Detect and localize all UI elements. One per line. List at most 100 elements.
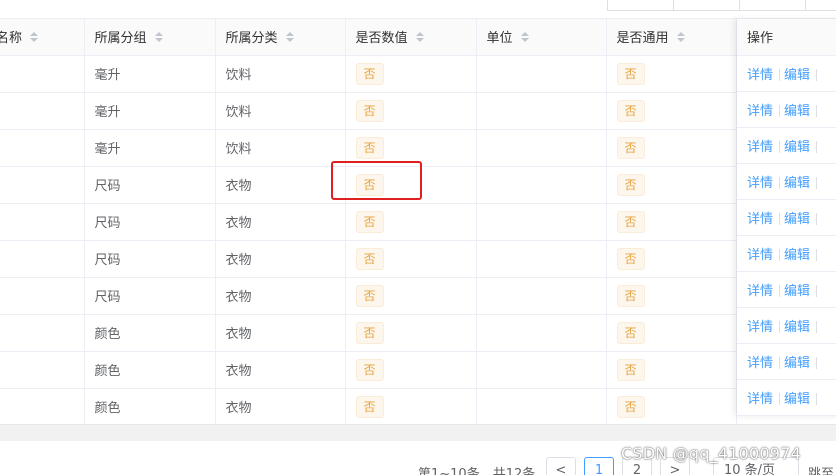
- detail-link[interactable]: 详情: [747, 248, 773, 263]
- page-jump-label: 跳至: [808, 467, 835, 475]
- cell-is-common: 否: [606, 166, 737, 204]
- edit-link[interactable]: 编辑: [784, 176, 810, 191]
- cell-is-numeric: 否: [345, 240, 477, 278]
- col-header-unit[interactable]: 单位: [476, 19, 607, 56]
- detail-link[interactable]: 详情: [747, 176, 773, 191]
- table-row: 尺码 衣物否否: [0, 240, 737, 278]
- detail-link[interactable]: 详情: [747, 356, 773, 371]
- action-row: 详情 编辑: [737, 307, 836, 344]
- col-header-is-common[interactable]: 是否通用: [606, 19, 737, 56]
- tag-is-common: 否: [616, 62, 645, 85]
- action-row: 详情 编辑: [737, 199, 836, 236]
- action-row: 详情 编辑: [737, 235, 836, 272]
- cell-unit: [476, 351, 607, 389]
- toolbar-button[interactable]: [805, 0, 836, 11]
- action-divider: [816, 357, 818, 369]
- cell-actions: 详情 编辑: [737, 235, 836, 272]
- cell-group: 颜色: [84, 351, 216, 389]
- action-divider: [816, 321, 818, 333]
- edit-link[interactable]: 编辑: [784, 140, 810, 155]
- action-divider: [816, 285, 818, 297]
- tag-is-common: 否: [616, 284, 645, 307]
- cell-unit: [476, 314, 607, 352]
- action-divider: [816, 141, 818, 153]
- cell-name: [0, 203, 85, 241]
- table-header-row: 名称 所属分组 所属分类 是否数值 单位 是否通用: [0, 19, 737, 56]
- action-divider: [779, 105, 781, 117]
- cell-name: [0, 55, 85, 93]
- cell-group: 毫升: [84, 129, 216, 167]
- table-row: 毫升 饮料否否: [0, 55, 737, 93]
- cell-category: 衣物: [215, 388, 346, 426]
- cell-is-numeric: 否: [345, 277, 477, 315]
- detail-link[interactable]: 详情: [747, 284, 773, 299]
- sort-icon[interactable]: [154, 31, 163, 42]
- sort-icon[interactable]: [676, 31, 685, 42]
- edit-link[interactable]: 编辑: [784, 356, 810, 371]
- cell-name: [0, 388, 85, 426]
- tag-is-numeric: 否: [355, 99, 384, 122]
- toolbar-button[interactable]: [607, 0, 674, 11]
- tag-is-numeric: 否: [355, 62, 384, 85]
- tag-is-common: 否: [616, 136, 645, 159]
- cell-group: 毫升: [84, 92, 216, 130]
- cell-actions: 详情 编辑: [737, 55, 836, 92]
- cell-is-common: 否: [606, 388, 737, 426]
- page-1-button[interactable]: 1: [584, 457, 614, 475]
- action-row: 详情 编辑: [737, 55, 836, 92]
- tag-is-numeric: 否: [355, 247, 384, 270]
- sort-icon[interactable]: [30, 31, 39, 42]
- col-header-group[interactable]: 所属分组: [84, 19, 216, 56]
- cell-name: [0, 240, 85, 278]
- action-row: 详情 编辑: [737, 343, 836, 380]
- sort-icon[interactable]: [285, 31, 294, 42]
- edit-link[interactable]: 编辑: [784, 212, 810, 227]
- sort-icon[interactable]: [415, 31, 424, 42]
- col-header-category[interactable]: 所属分类: [215, 19, 346, 56]
- action-row: 详情 编辑: [737, 163, 836, 200]
- edit-link[interactable]: 编辑: [784, 104, 810, 119]
- toolbar-button[interactable]: [739, 0, 806, 11]
- detail-link[interactable]: 详情: [747, 320, 773, 335]
- edit-link[interactable]: 编辑: [784, 248, 810, 263]
- table-row: 尺码 衣物否否: [0, 203, 737, 241]
- table-row: 尺码 衣物否否: [0, 277, 737, 315]
- detail-link[interactable]: 详情: [747, 392, 773, 407]
- cell-name: [0, 166, 85, 204]
- sort-icon[interactable]: [520, 31, 529, 42]
- tag-is-common: 否: [616, 395, 645, 418]
- cell-group: 颜色: [84, 388, 216, 426]
- cell-is-common: 否: [606, 314, 737, 352]
- cell-is-common: 否: [606, 92, 737, 130]
- cell-group: 尺码: [84, 203, 216, 241]
- horizontal-scrollbar[interactable]: [0, 424, 836, 441]
- edit-link[interactable]: 编辑: [784, 284, 810, 299]
- cell-unit: [476, 203, 607, 241]
- cell-actions: 详情 编辑: [737, 91, 836, 128]
- detail-link[interactable]: 详情: [747, 68, 773, 83]
- action-row: 详情 编辑: [737, 91, 836, 128]
- prev-page-button[interactable]: <: [546, 457, 576, 475]
- edit-link[interactable]: 编辑: [784, 68, 810, 83]
- cell-actions: 详情 编辑: [737, 127, 836, 164]
- pagination-total: 第1~10条，共12条: [418, 467, 536, 475]
- cell-actions: 详情 编辑: [737, 343, 836, 380]
- action-row: 详情 编辑: [737, 379, 836, 416]
- cell-actions: 详情 编辑: [737, 163, 836, 200]
- cell-name: [0, 277, 85, 315]
- detail-link[interactable]: 详情: [747, 104, 773, 119]
- cell-unit: [476, 277, 607, 315]
- toolbar-button[interactable]: [673, 0, 740, 11]
- cell-category: 衣物: [215, 351, 346, 389]
- col-header-name[interactable]: 名称: [0, 19, 85, 56]
- edit-link[interactable]: 编辑: [784, 320, 810, 335]
- edit-link[interactable]: 编辑: [784, 392, 810, 407]
- detail-link[interactable]: 详情: [747, 140, 773, 155]
- top-toolbar: [607, 0, 836, 11]
- tag-is-numeric: 否: [355, 358, 384, 381]
- detail-link[interactable]: 详情: [747, 212, 773, 227]
- cell-group: 毫升: [84, 55, 216, 93]
- col-header-is-numeric[interactable]: 是否数值: [345, 19, 477, 56]
- action-row: 详情 编辑: [737, 271, 836, 308]
- action-divider: [779, 177, 781, 189]
